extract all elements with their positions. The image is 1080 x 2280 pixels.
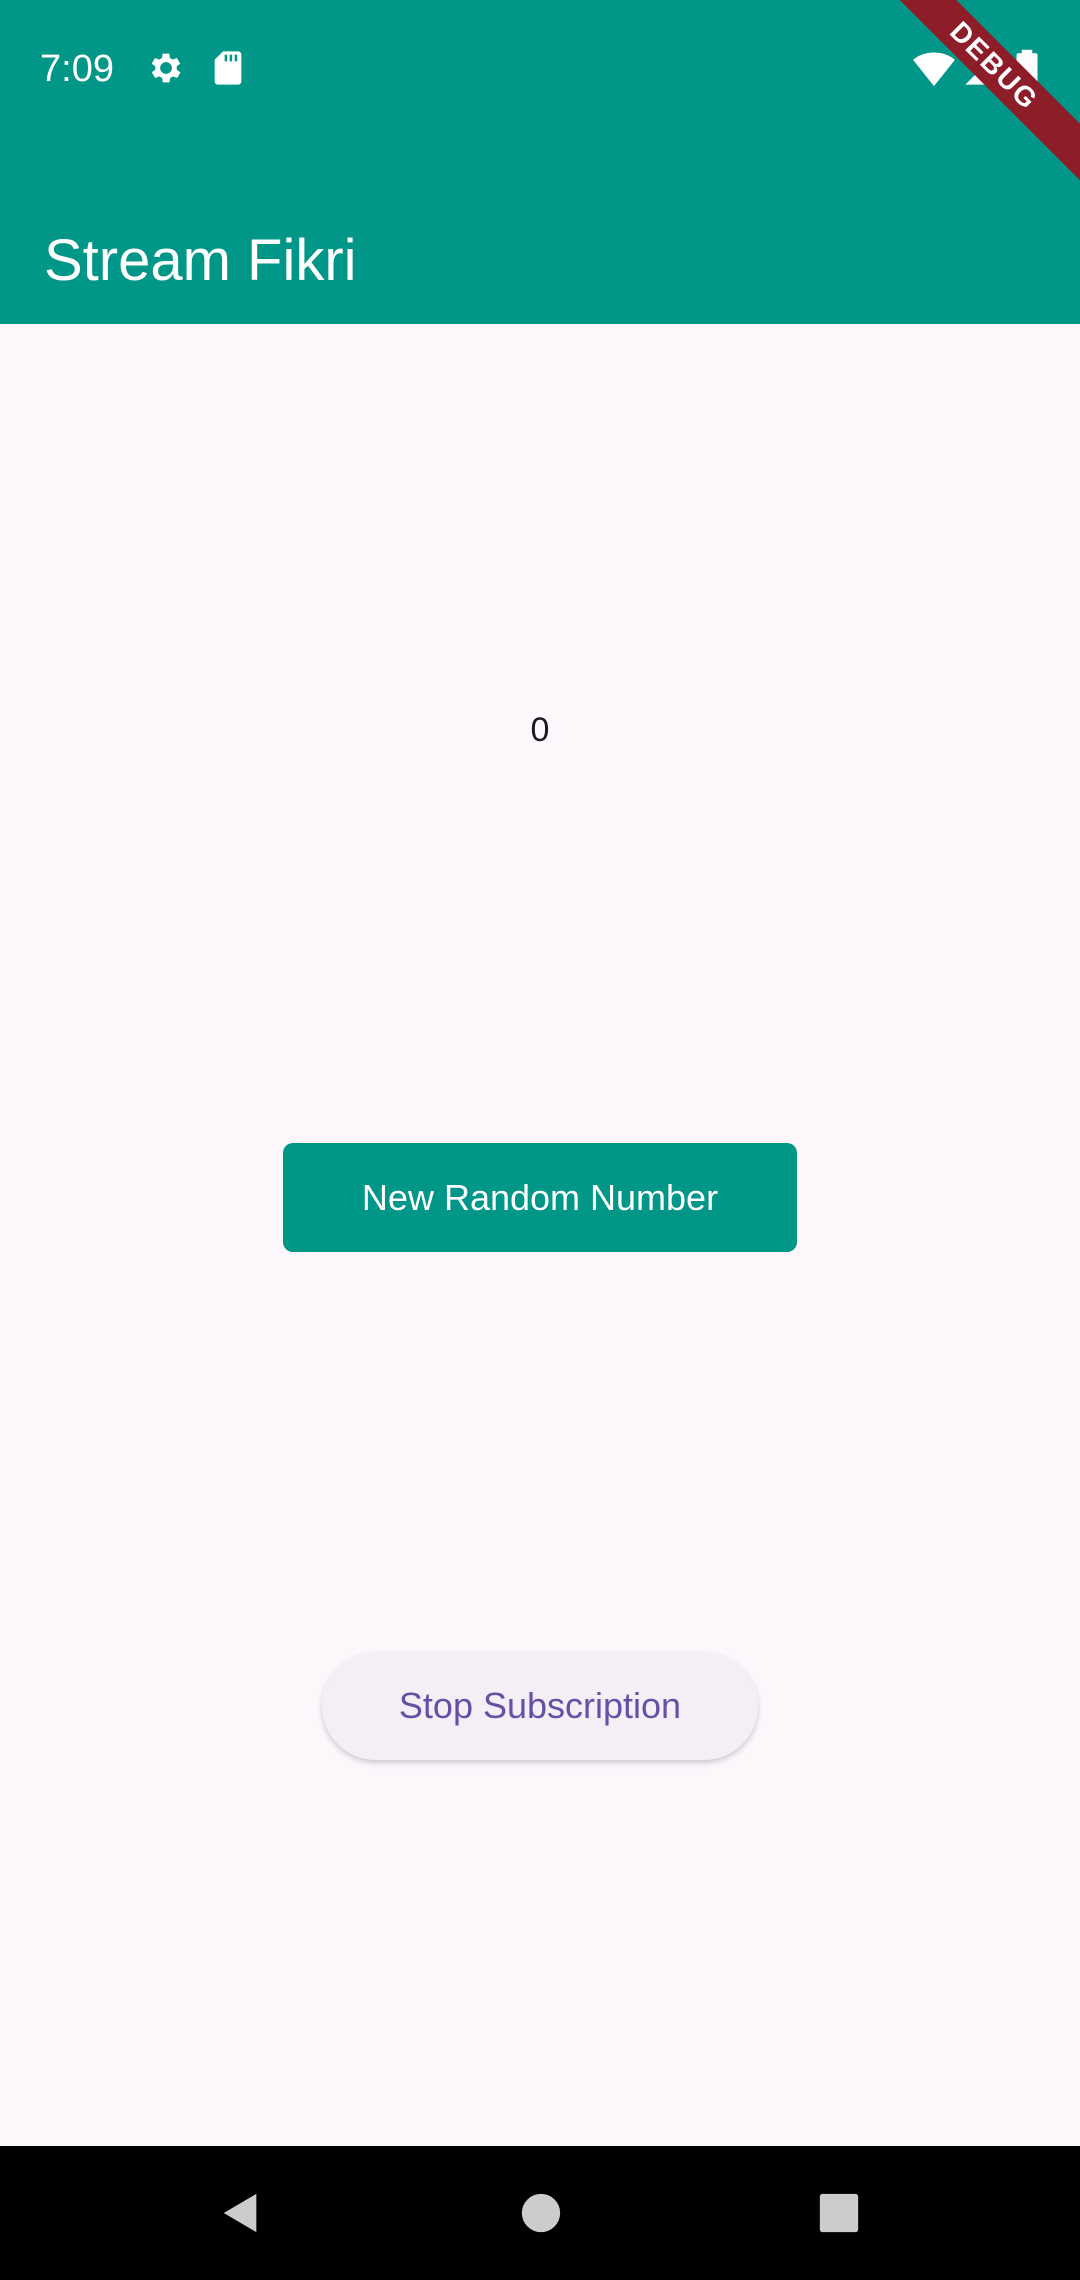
status-time: 7:09 <box>40 48 114 90</box>
status-bar: 7:09 <box>0 0 1080 138</box>
sd-card-icon <box>208 48 248 88</box>
recents-icon[interactable] <box>816 2190 862 2236</box>
app-title: Stream Fikri <box>44 228 357 293</box>
random-number-value: 0 <box>530 711 550 749</box>
back-icon[interactable] <box>218 2190 264 2236</box>
gear-icon <box>146 48 186 88</box>
new-random-number-button[interactable]: New Random Number <box>283 1143 797 1252</box>
screen: 7:09 DEBUG Stream Fikri 0 New Random Num… <box>0 0 1080 2280</box>
stop-subscription-button[interactable]: Stop Subscription <box>322 1652 758 1760</box>
app-bar: Stream Fikri <box>0 138 1080 324</box>
wifi-icon <box>912 48 955 88</box>
home-icon[interactable] <box>518 2190 564 2236</box>
